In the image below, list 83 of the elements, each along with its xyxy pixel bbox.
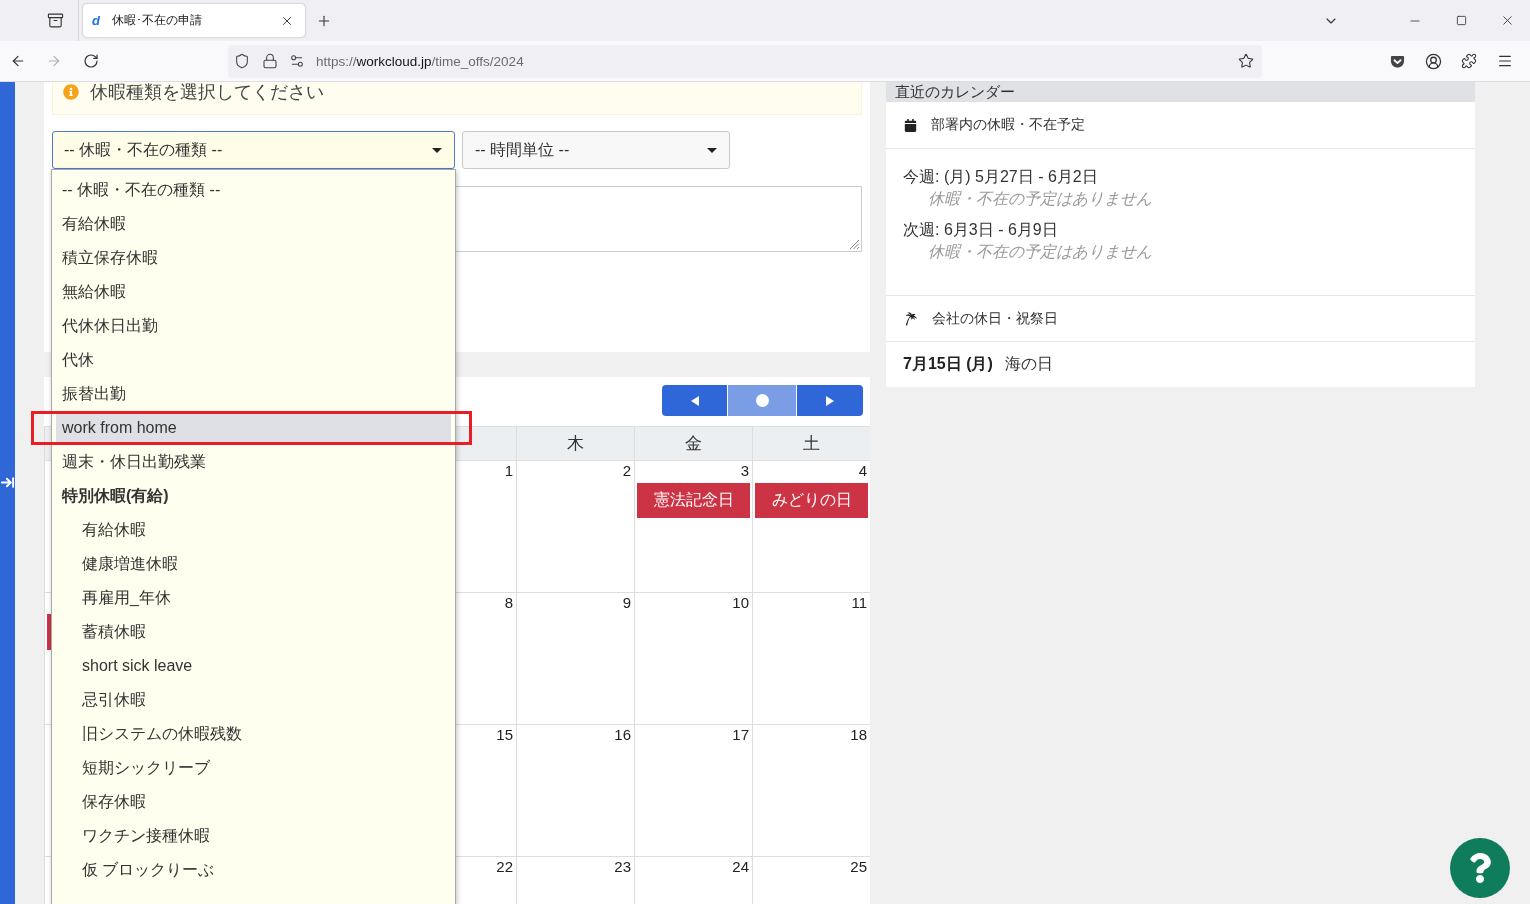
reload-icon[interactable]	[83, 53, 99, 69]
weekday-label: 木	[567, 433, 584, 455]
dropdown-option[interactable]: -- 休暇・不在の種類 --	[56, 173, 451, 207]
holiday-event: みどりの日	[755, 483, 868, 518]
resize-grip-icon	[849, 239, 860, 250]
dropdown-option[interactable]: 忌引休暇	[56, 683, 451, 717]
dropdown-option[interactable]: 有給休暇	[56, 207, 451, 241]
day-number: 11	[851, 594, 868, 612]
dot-icon	[755, 394, 769, 407]
lock-icon[interactable]	[262, 53, 278, 69]
dropdown-option[interactable]: 旧システムの休暇残数	[56, 717, 451, 751]
browser-tab[interactable]: d 休暇･不在の申請	[83, 4, 305, 37]
maximize-icon[interactable]	[1455, 15, 1467, 26]
holiday-event: 憲法記念日	[637, 483, 750, 518]
leave-type-select[interactable]: -- 休暇・不在の種類 --	[52, 131, 455, 169]
arrow-to-line-icon[interactable]	[0, 475, 15, 490]
dropdown-option[interactable]: 週末・休日出勤残業	[56, 445, 451, 479]
previous-button[interactable]	[662, 385, 727, 416]
empty-note: 休暇・不在の予定はありません	[928, 189, 1152, 209]
holiday-name: 海の日	[1004, 354, 1053, 374]
day-number: 16	[614, 726, 632, 744]
back-icon[interactable]	[10, 53, 26, 69]
triangle-right-icon	[826, 395, 834, 406]
dropdown-option[interactable]: 無給休暇	[56, 275, 451, 309]
day-number: 25	[850, 858, 868, 876]
dropdown-option[interactable]: 蓄積休暇	[56, 615, 451, 649]
section-heading: 会社の休日・祝祭日	[932, 309, 1058, 328]
alert-text: 休暇種類を選択してください	[90, 82, 324, 102]
site-logo: d	[92, 13, 101, 28]
dropdown-option[interactable]: 代休休日出勤	[56, 309, 451, 343]
day-number: 18	[850, 726, 868, 744]
palm-tree-icon	[904, 311, 918, 326]
menu-icon[interactable]	[1497, 53, 1513, 69]
calendar-icon	[904, 118, 917, 132]
dropdown-option[interactable]: 仮 ブロックりーぶ	[56, 853, 451, 887]
day-number: 4	[858, 462, 868, 480]
dropdown-option[interactable]: 再雇用_年休	[56, 581, 451, 615]
dropdown-option[interactable]: 保存休暇	[56, 785, 451, 819]
caret-icon	[707, 147, 717, 153]
day-number: 2	[622, 462, 632, 480]
dropdown-option[interactable]: 有給休暇	[56, 513, 451, 547]
url-text: https://workcloud.jp/time_offs/2024	[316, 53, 524, 69]
section-heading: 部署内の休暇・不在予定	[931, 116, 1085, 134]
sliders-icon[interactable]	[289, 53, 305, 69]
empty-note: 休暇・不在の予定はありません	[928, 242, 1152, 262]
day-number: 10	[732, 594, 750, 612]
option-group-label: 特別休暇(有給)	[61, 485, 170, 506]
dropdown-option[interactable]: 積立保存休暇	[56, 241, 451, 275]
address-bar[interactable]: https://workcloud.jp/time_offs/2024	[228, 44, 1262, 78]
dropdown-option[interactable]: 健康増進休暇	[56, 547, 451, 581]
week-range: 次週: 6月3日 - 6月9日	[903, 220, 1058, 240]
panel-title: 直近のカレンダー	[886, 82, 1475, 102]
day-number: 23	[614, 858, 632, 876]
dropdown-option[interactable]: short sick leave	[56, 649, 451, 683]
dropdown-option[interactable]: 短期シックリーブ	[56, 751, 451, 785]
week-range: 今週: (月) 5月27日 - 6月2日	[903, 167, 1098, 187]
dropdown-option[interactable]: 振替出勤	[56, 377, 451, 411]
next-button[interactable]	[797, 385, 863, 416]
day-number: 15	[496, 726, 514, 744]
day-number: 17	[732, 726, 750, 744]
chevron-badge-icon[interactable]	[1390, 53, 1405, 69]
shield-icon[interactable]	[234, 53, 250, 69]
tab-title: 休暇･不在の申請	[112, 12, 203, 29]
day-number: 9	[622, 594, 632, 612]
info-icon	[63, 84, 79, 100]
help-button[interactable]	[1450, 838, 1510, 898]
puzzle-icon[interactable]	[1461, 53, 1477, 69]
weekday-label: 土	[803, 433, 820, 455]
day-number: 3	[740, 462, 750, 480]
day-number: 1	[504, 462, 514, 480]
time-unit-select[interactable]: -- 時間単位 --	[462, 131, 730, 169]
star-icon[interactable]	[1238, 53, 1254, 69]
dropdown-option[interactable]: ワクチン接種休暇	[56, 819, 451, 853]
day-number: 8	[504, 594, 514, 612]
archive-box-icon[interactable]	[47, 12, 64, 29]
triangle-left-icon	[690, 395, 699, 406]
day-number: 24	[732, 858, 750, 876]
dropdown-option[interactable]: 代休	[56, 343, 451, 377]
account-icon[interactable]	[1425, 52, 1442, 70]
caret-icon	[432, 147, 442, 153]
holiday-date: 7月15日 (月)	[903, 354, 993, 374]
weekday-label: 金	[685, 433, 702, 455]
day-number: 22	[496, 858, 514, 876]
